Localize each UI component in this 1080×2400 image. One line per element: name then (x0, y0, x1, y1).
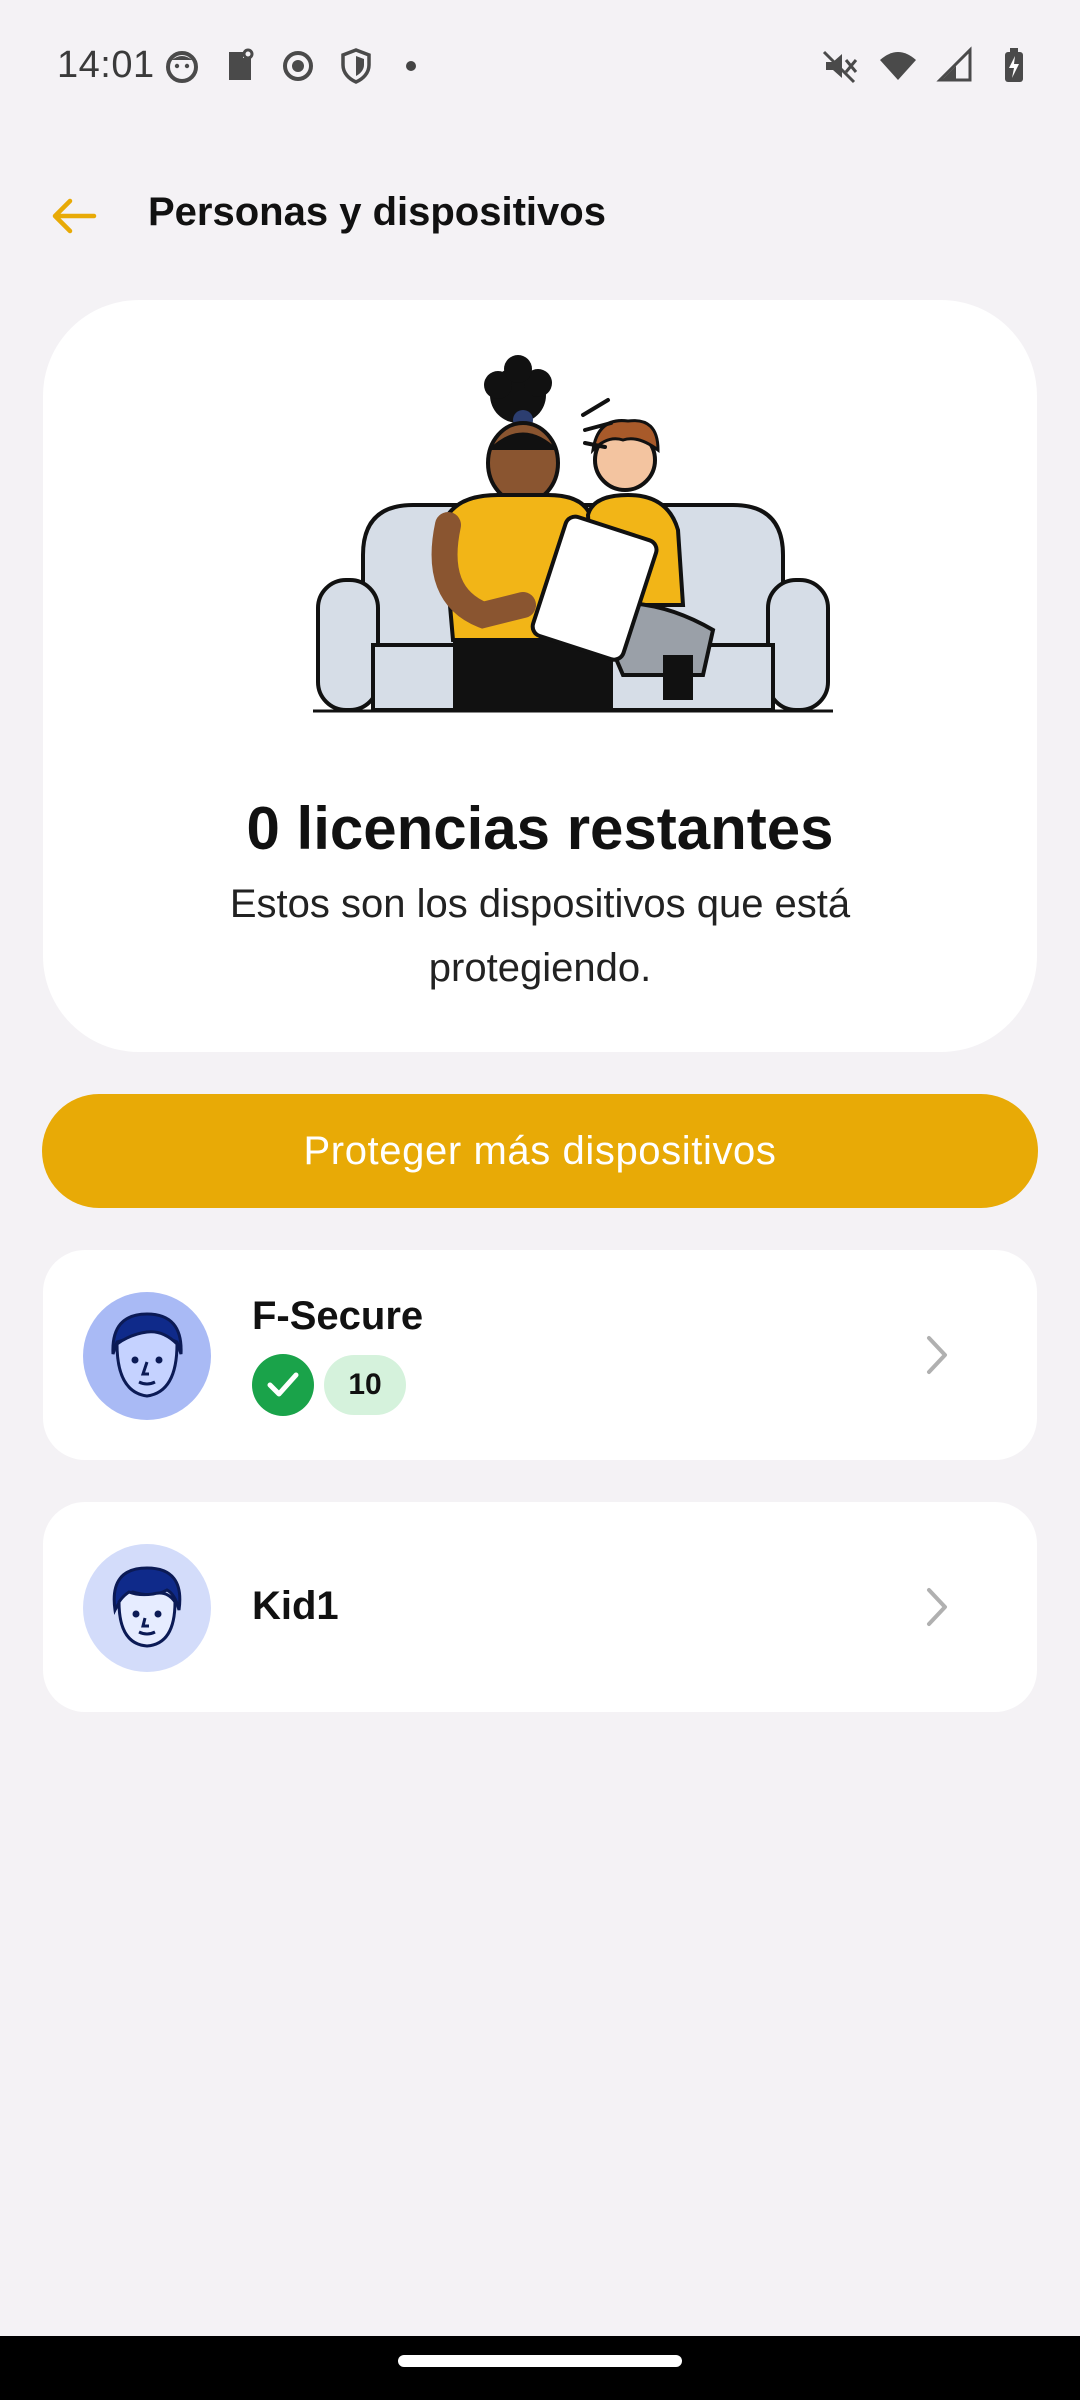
status-bar: 14:01 (0, 0, 1080, 132)
battery-icon (1005, 48, 1023, 82)
location-icon (283, 51, 313, 81)
avatar (83, 1544, 211, 1672)
system-navigation-bar (0, 2336, 1080, 2400)
kid-avatar-icon (83, 1544, 211, 1672)
notification-icons (162, 44, 416, 88)
adult-avatar-icon (83, 1292, 211, 1420)
system-icons (820, 44, 1034, 88)
family-couch-illustration (313, 355, 833, 713)
page-title: Personas y dispositivos (148, 190, 606, 234)
home-indicator[interactable] (398, 2355, 682, 2367)
shield-icon (341, 48, 371, 84)
clipboard-icon (229, 48, 254, 80)
status-time: 14:01 (57, 44, 155, 86)
profile-name: F-Secure (252, 1294, 424, 1338)
licenses-card: 0 licencias restantes Estos son los disp… (43, 300, 1037, 1052)
app-bar: Personas y dispositivos (0, 170, 1080, 262)
licenses-subtitle: Estos son los dispositivos que está prot… (229, 882, 851, 990)
wifi-icon (880, 52, 916, 80)
chevron-right-icon (927, 1588, 947, 1626)
device-count-badge: 10 (324, 1355, 406, 1415)
profile-card-f-secure[interactable]: F-Secure 10 (43, 1250, 1037, 1460)
profile-name: Kid1 (252, 1584, 339, 1628)
dot-icon (406, 61, 416, 71)
chevron-right-icon (927, 1336, 947, 1374)
signal-icon (936, 46, 972, 82)
profile-card-kid1[interactable]: Kid1 (43, 1502, 1037, 1712)
avatar (83, 1292, 211, 1420)
mute-icon (822, 50, 858, 84)
profile-status: 10 (252, 1354, 406, 1416)
protect-more-devices-button[interactable]: Proteger más dispositivos (42, 1094, 1038, 1208)
licenses-remaining-title: 0 licencias restantes (246, 795, 834, 862)
arrow-left-icon (52, 198, 97, 234)
back-button[interactable] (40, 182, 108, 250)
face-icon (166, 51, 198, 83)
protected-check-icon (252, 1354, 314, 1416)
